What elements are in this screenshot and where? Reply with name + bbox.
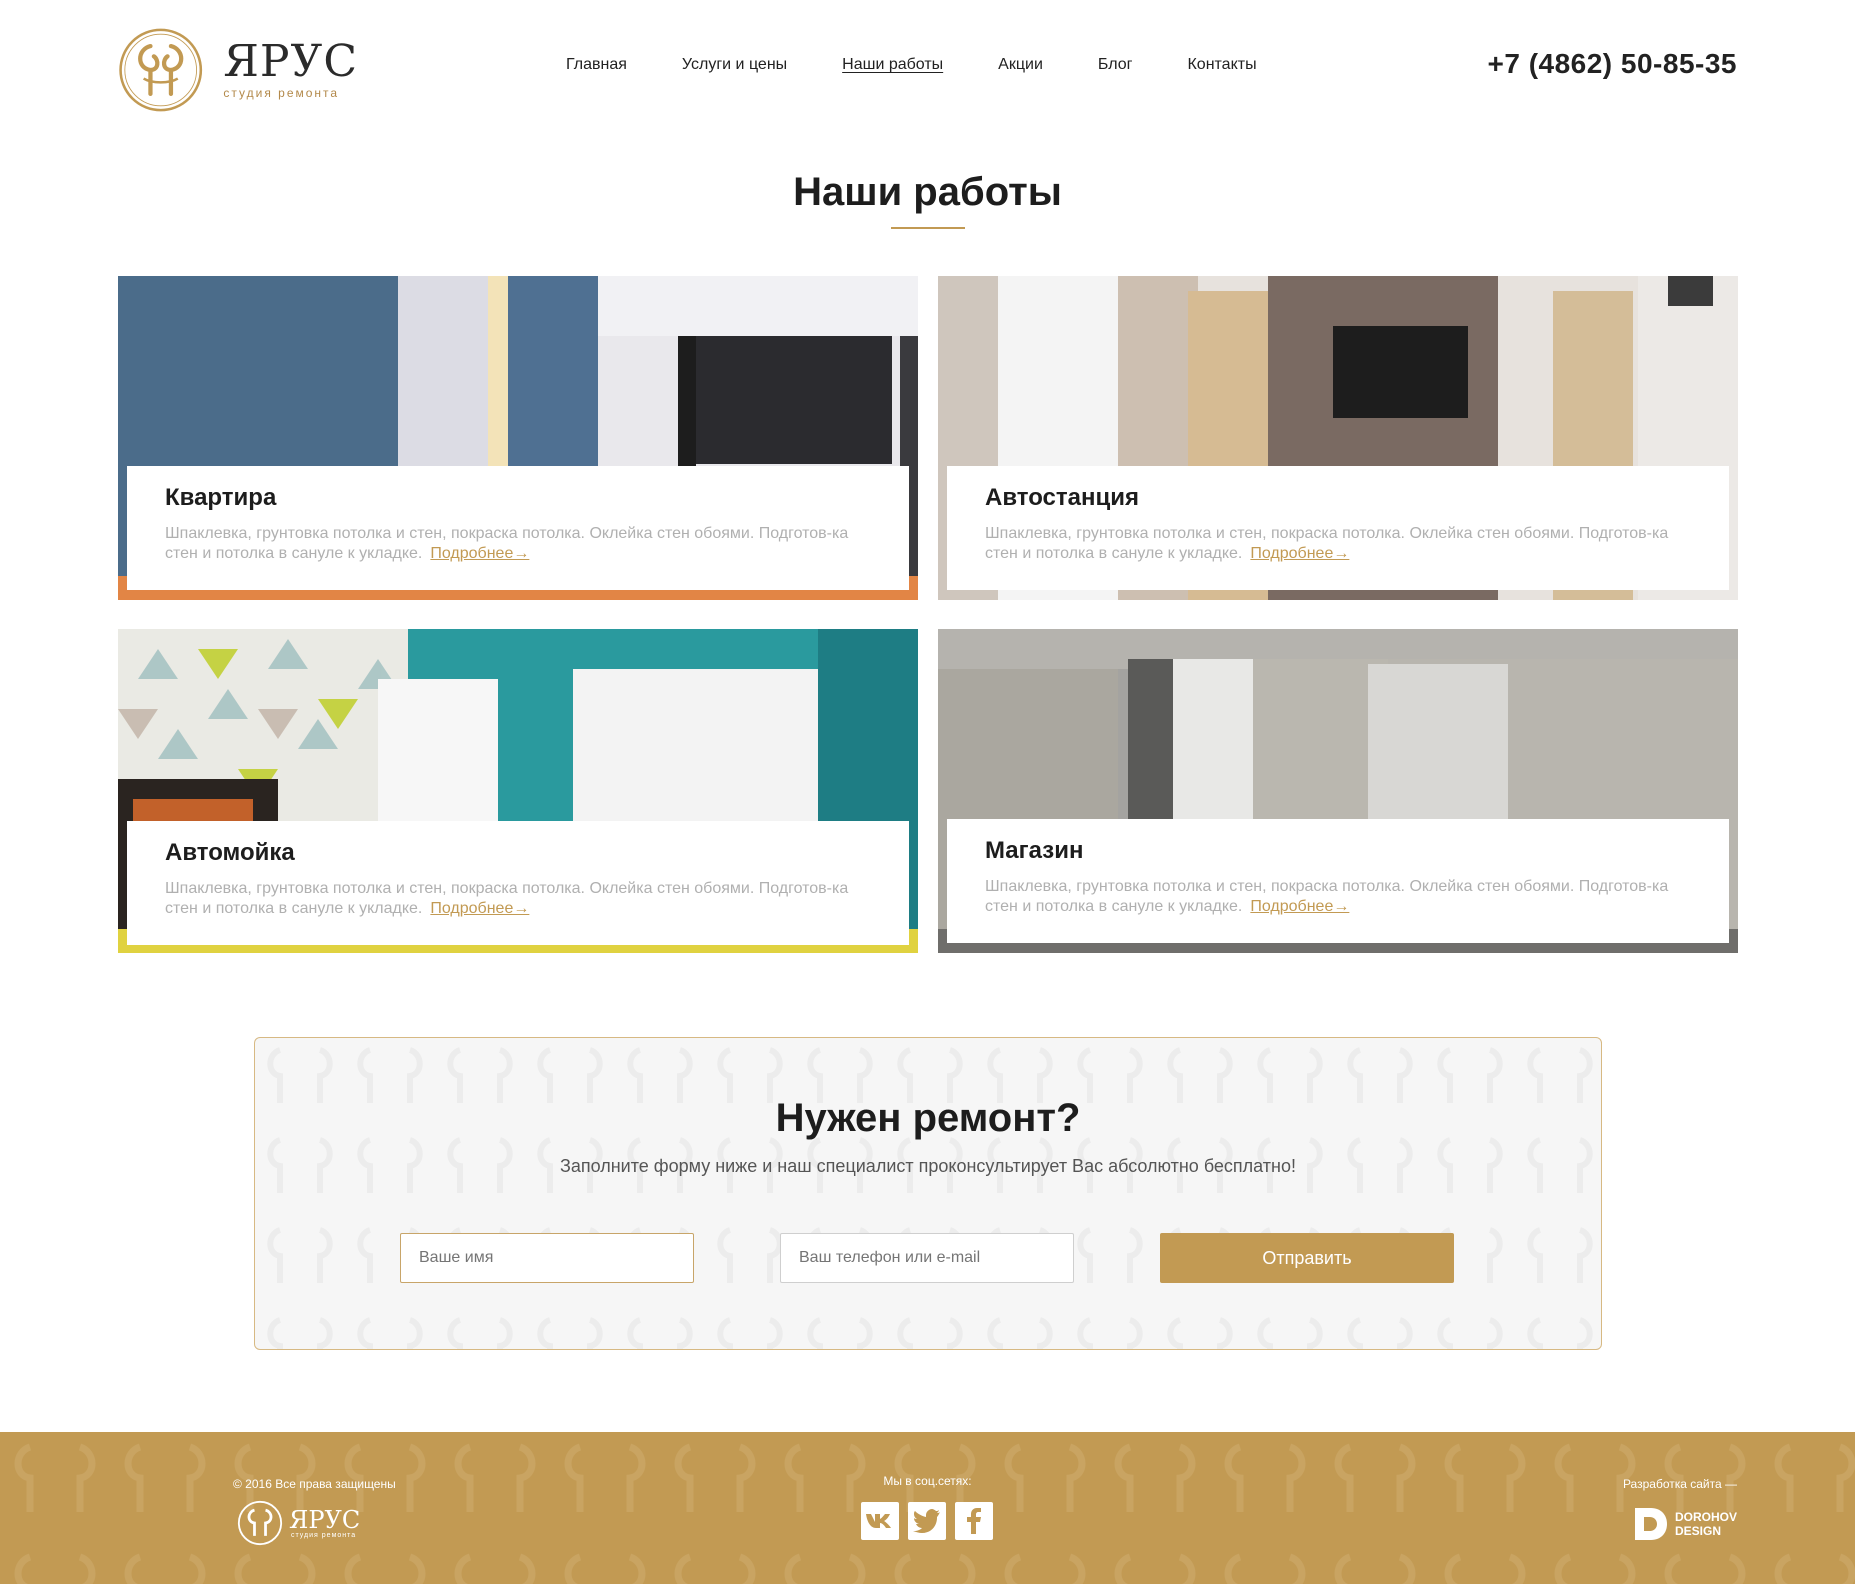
nav-item-blog[interactable]: Блог [1098, 56, 1133, 74]
nav-item-home[interactable]: Главная [566, 56, 627, 74]
footer-monogram-icon [237, 1500, 283, 1546]
vk-icon[interactable] [861, 1502, 899, 1540]
main-nav: Главная Услуги и цены Наши работы Акции … [566, 56, 1312, 74]
form-subtitle: Заполните форму ниже и наш специалист пр… [559, 1156, 1296, 1176]
dorohov-d-icon [1634, 1508, 1667, 1540]
contact-input[interactable] [780, 1233, 1074, 1283]
developer-name-line2: DESIGN [1674, 1524, 1721, 1538]
request-form-section: Нужен ремонт? Заполните форму ниже и наш… [254, 1037, 1602, 1350]
work-card-title: Квартира [165, 484, 277, 511]
nav-item-services[interactable]: Услуги и цены [682, 56, 787, 74]
social-label: Мы в соц.сетях: [883, 1474, 972, 1488]
work-card-apartment[interactable]: Квартира Шпаклевка, грунтовка потолка и … [118, 276, 918, 600]
work-card-title: Автомойка [165, 839, 295, 866]
developer-logo[interactable]: DOROHOV DESIGN [1633, 1506, 1737, 1542]
facebook-icon[interactable] [955, 1502, 993, 1540]
developer-name-line1: DOROHOV [1674, 1510, 1737, 1524]
twitter-icon[interactable] [908, 1502, 946, 1540]
work-card-text: Шпаклевка, грунтовка потолка и стен, пок… [985, 878, 1669, 915]
read-more-link[interactable]: Подробнее→ [1250, 545, 1349, 562]
work-card-panel: Автостанция Шпаклевка, грунтовка потолка… [947, 466, 1729, 590]
work-card-title: Автостанция [985, 484, 1140, 511]
work-card-text: Шпаклевка, грунтовка потолка и стен, пок… [165, 525, 849, 562]
title-divider [891, 227, 965, 229]
read-more-link[interactable]: Подробнее→ [430, 900, 529, 917]
footer-logo[interactable]: ЯРУС студия ремонта [237, 1500, 360, 1546]
work-card-panel: Квартира Шпаклевка, грунтовка потолка и … [127, 466, 909, 590]
work-card-bus-station[interactable]: Автостанция Шпаклевка, грунтовка потолка… [938, 276, 1738, 600]
nav-item-contacts[interactable]: Контакты [1187, 56, 1256, 74]
submit-button[interactable]: Отправить [1160, 1233, 1454, 1283]
work-card-panel: Автомойка Шпаклевка, грунтовка потолка и… [127, 821, 909, 945]
work-card-title: Магазин [985, 837, 1084, 864]
page-title: Наши работы [793, 170, 1062, 214]
monogram-pattern-background [255, 1038, 1601, 1349]
work-card-car-wash[interactable]: Автомойка Шпаклевка, грунтовка потолка и… [118, 629, 918, 953]
logo-monogram-icon [119, 28, 203, 112]
developer-label: Разработка сайта — [1622, 1477, 1737, 1491]
site-header: ЯРУС студия ремонта Главная Услуги и цен… [0, 0, 1855, 140]
work-card-panel: Магазин Шпаклевка, грунтовка потолка и с… [947, 819, 1729, 943]
name-input[interactable] [400, 1233, 694, 1283]
read-more-link[interactable]: Подробнее→ [430, 545, 529, 562]
work-card-text: Шпаклевка, грунтовка потолка и стен, пок… [985, 525, 1669, 562]
brand-logo[interactable]: ЯРУС студия ремонта [118, 20, 358, 120]
nav-item-promos[interactable]: Акции [998, 56, 1043, 74]
brand-tagline: студия ремонта [223, 86, 340, 100]
brand-name: ЯРУС [223, 36, 358, 87]
nav-item-works[interactable]: Наши работы [842, 56, 943, 74]
footer-brand-name: ЯРУС [289, 1505, 361, 1534]
work-card-shop[interactable]: Магазин Шпаклевка, грунтовка потолка и с… [938, 629, 1738, 953]
footer-brand-tagline: студия ремонта [291, 1531, 357, 1539]
site-footer: © 2016 Все права защищены ЯРУС студия ре… [0, 1432, 1855, 1584]
header-phone[interactable]: +7 (4862) 50-85-35 [1487, 48, 1737, 80]
form-title: Нужен ремонт? [775, 1096, 1081, 1140]
read-more-link[interactable]: Подробнее→ [1250, 898, 1349, 915]
work-card-text: Шпаклевка, грунтовка потолка и стен, пок… [165, 880, 849, 917]
